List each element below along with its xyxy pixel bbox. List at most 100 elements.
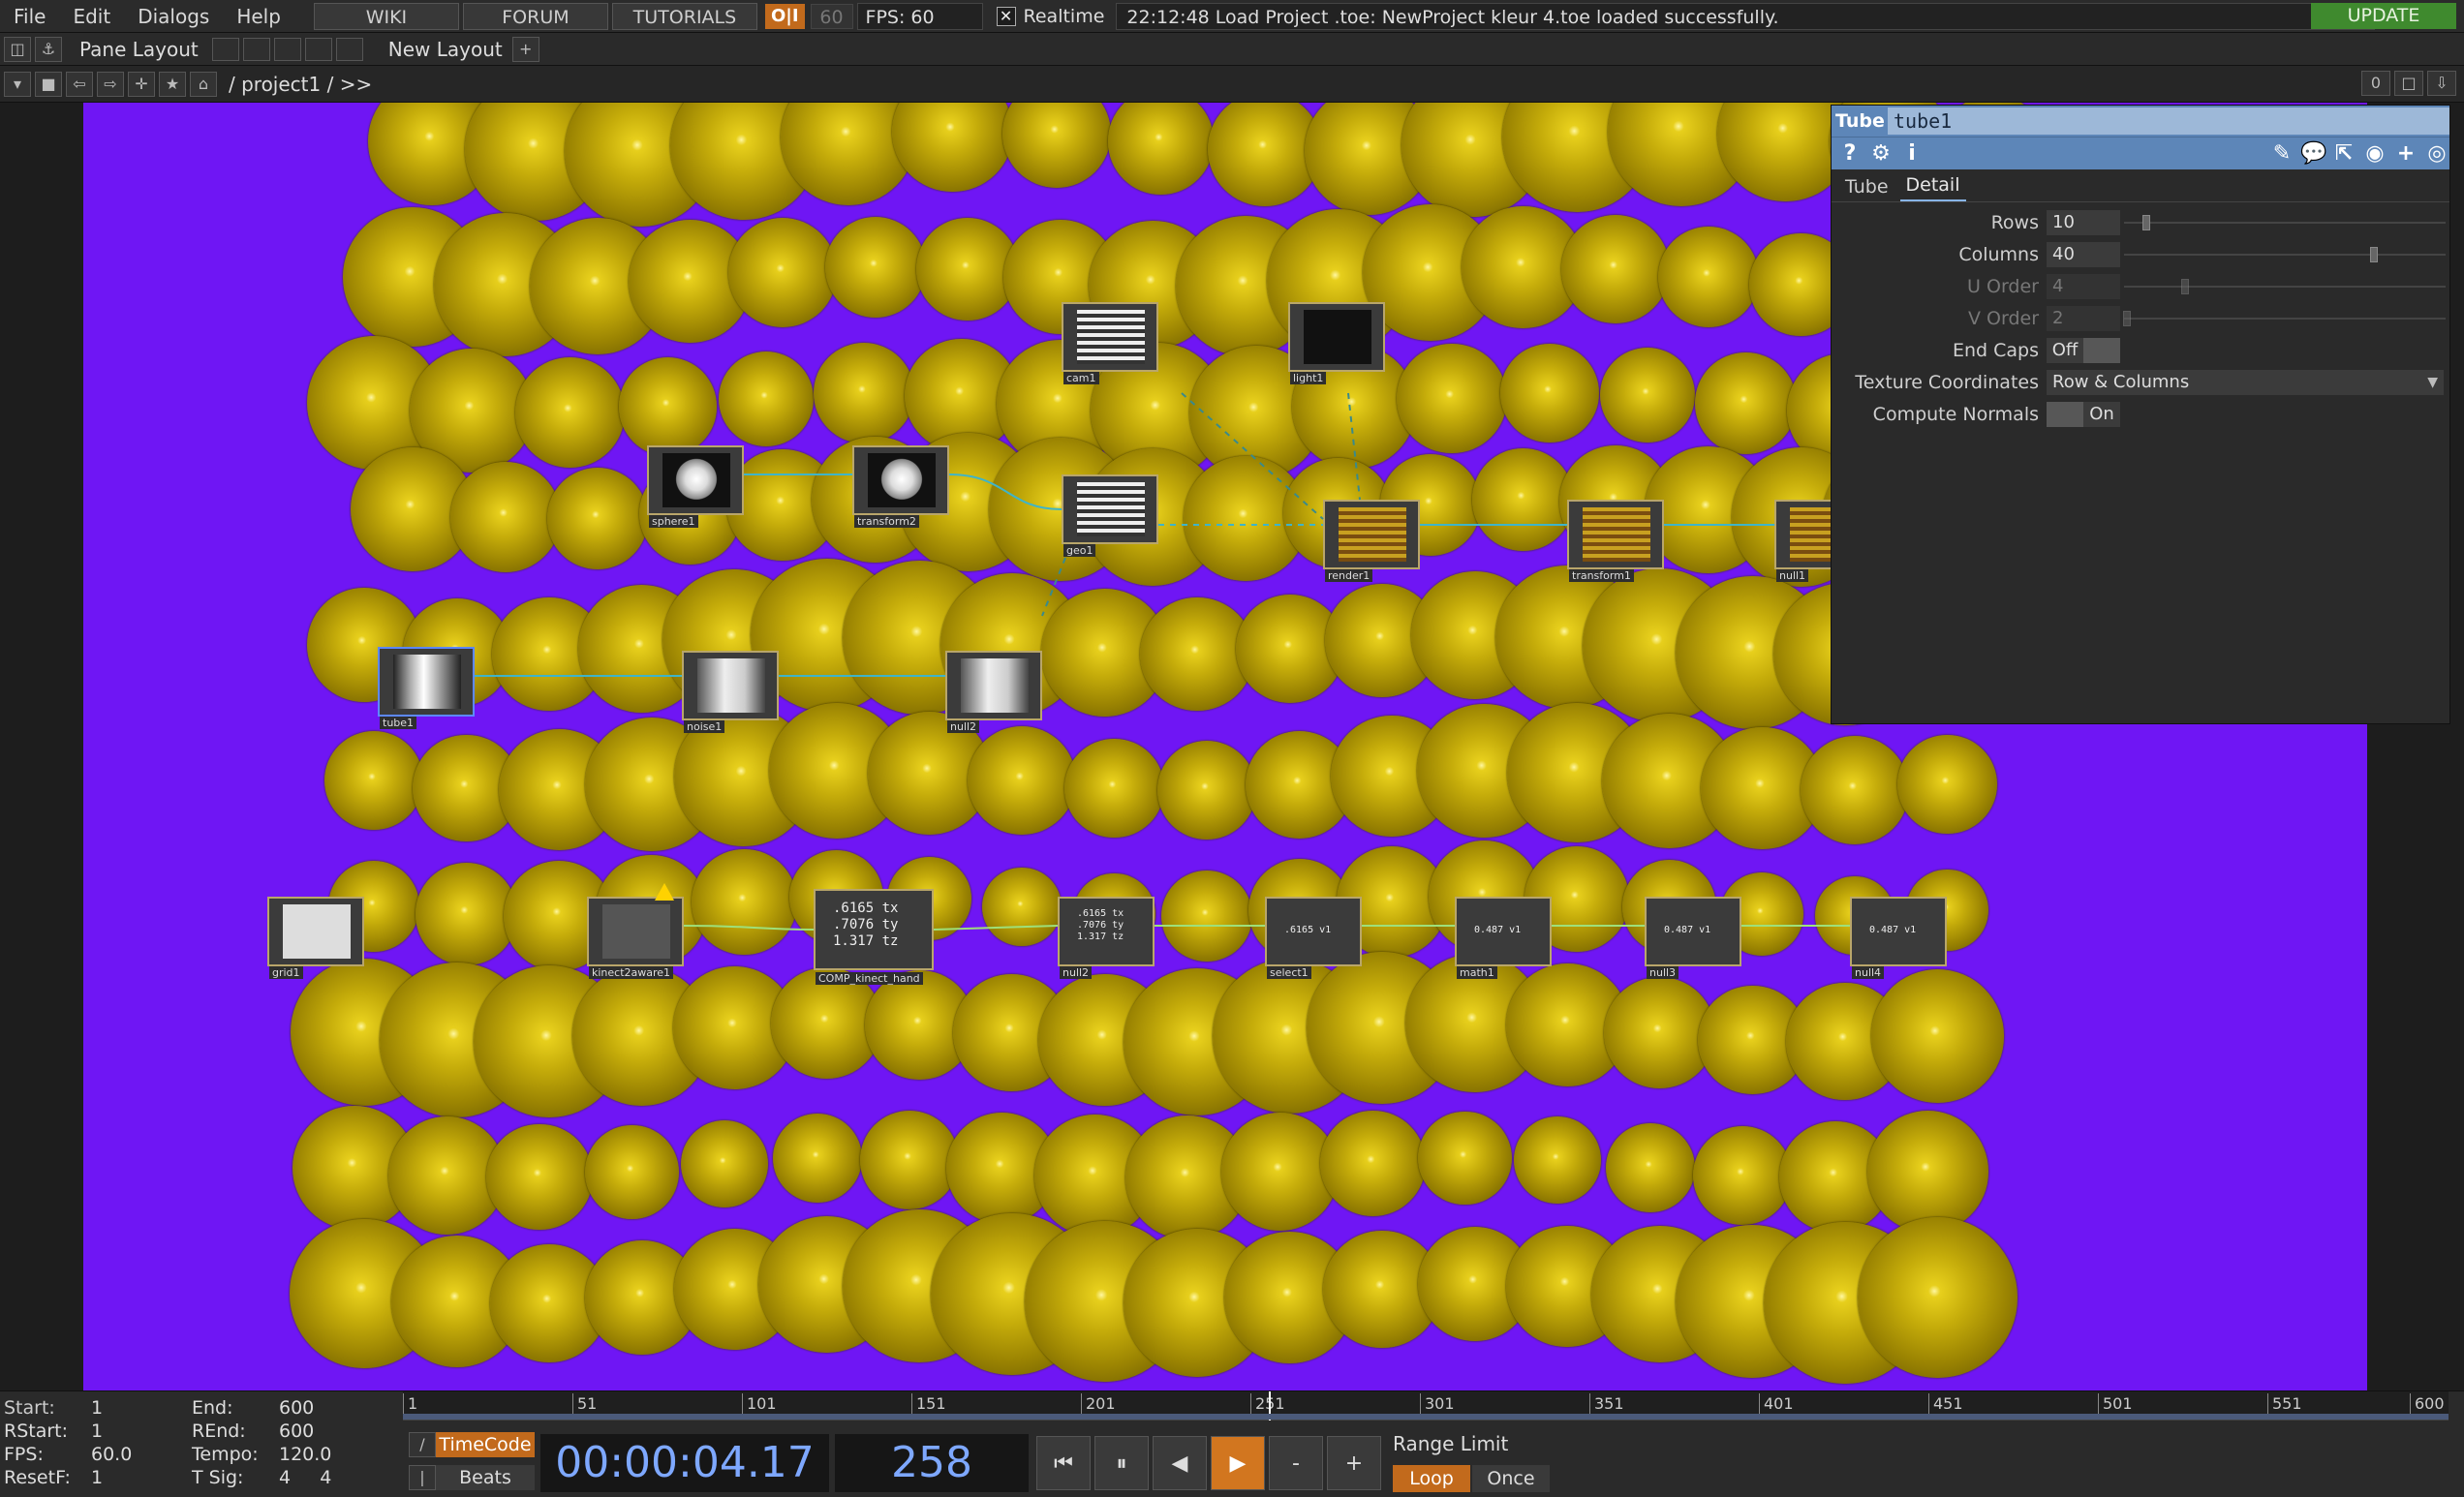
op-null2-chop[interactable]: .6165 tx .7076 ty 1.317 tz null2 [1058,897,1155,979]
network-path[interactable]: / project1 / >> [229,73,372,96]
op-render1[interactable]: render1 [1323,500,1420,582]
rend-value[interactable]: 600 [279,1421,314,1442]
tsig-value[interactable]: 4 4 [279,1467,331,1488]
range-bar[interactable] [403,1414,2449,1420]
fps-value[interactable]: 60.0 [91,1444,132,1465]
menu-help[interactable]: Help [223,0,294,33]
op-thumbnail [961,658,1029,713]
warning-icon[interactable] [655,883,674,901]
end-value[interactable]: 600 [279,1397,314,1419]
comment-icon[interactable]: 💬 [2300,141,2326,167]
info-icon[interactable]: i [1899,141,1925,167]
op-null4[interactable]: 0.487 v1 null4 [1850,897,1947,979]
op-null2[interactable]: null2 [945,651,1042,733]
python-icon[interactable]: ◉ [2362,141,2387,167]
op-noise1[interactable]: noise1 [682,651,779,733]
op-cam1[interactable]: cam1 [1062,302,1158,384]
texcoords-dropdown[interactable]: Row & Columns ▼ [2047,369,2444,395]
layout-single-icon[interactable] [211,37,239,61]
export-icon[interactable]: ⇱ [2331,141,2356,167]
anchor-icon[interactable]: ⚓ [35,36,62,62]
frame-display[interactable]: 258 [835,1434,1029,1492]
op-transform1[interactable]: transform1 [1567,500,1664,582]
add-icon[interactable]: + [2393,141,2418,167]
rows-field[interactable]: 10 [2047,209,2120,235]
op-transform2[interactable]: transform2 [852,445,949,528]
tutorials-button[interactable]: TUTORIALS [611,2,757,30]
forward-icon[interactable]: ⇨ [97,71,124,97]
home-icon[interactable]: ✛ [128,71,155,97]
menu-file[interactable]: File [0,0,59,33]
menu-dialogs[interactable]: Dialogs [124,0,223,33]
tab-tube[interactable]: Tube [1839,176,1894,201]
step-forward-button[interactable]: + [1327,1436,1381,1490]
target-icon[interactable]: ◎ [2424,141,2449,167]
python-help-icon[interactable]: ⚙ [1868,141,1894,167]
uorder-field[interactable]: 4 [2047,273,2120,299]
op-name-field[interactable]: tube1 [1888,107,2449,135]
rewind-icon[interactable]: ⏮ [1036,1436,1091,1490]
maximize-icon[interactable]: □ [2394,71,2423,96]
realtime-checkbox[interactable]: ✕ [996,6,1016,26]
bookmark-icon[interactable]: ★ [159,71,186,97]
normals-toggle[interactable]: On [2047,401,2120,427]
sphere-instance [1160,870,1252,962]
wiki-button[interactable]: WIKI [313,2,459,30]
param-normals: Compute Normals On [1832,398,2449,430]
endcaps-toggle[interactable]: Off [2047,337,2120,363]
loop-button[interactable]: Loop [1393,1465,1470,1492]
uorder-slider[interactable] [2120,274,2446,299]
pause-icon[interactable]: ⏸ [1094,1436,1149,1490]
layout-three-icon[interactable] [304,37,332,61]
op-select1[interactable]: .6165 v1 select1 [1265,897,1362,979]
op-label: light1 [1290,372,1327,384]
back-icon[interactable]: ⇦ [66,71,93,97]
edit-icon[interactable]: ✎ [2269,141,2295,167]
op-null3[interactable]: 0.487 v1 null3 [1645,897,1741,979]
play-reverse-icon[interactable]: ◀ [1153,1436,1207,1490]
tab-detail[interactable]: Detail [1899,174,1966,201]
op-math1[interactable]: 0.487 v1 math1 [1455,897,1552,979]
timecode-mode-icon[interactable]: / [409,1432,436,1457]
beats-mode-icon[interactable]: | [409,1465,436,1490]
perform-mode-button[interactable]: O|I [764,3,805,29]
parent-icon[interactable]: ⌂ [190,71,217,97]
timecode-button[interactable]: TimeCode [436,1432,535,1457]
start-value[interactable]: 1 [91,1397,103,1419]
resetf-value[interactable]: 1 [91,1467,103,1488]
pane-menu-icon[interactable]: ▾ [4,71,31,97]
timecode-display[interactable]: 00:00:04.17 [540,1434,829,1492]
columns-field[interactable]: 40 [2047,241,2120,267]
op-geo1[interactable]: geo1 [1062,474,1158,557]
op-grid1[interactable]: grid1 [267,897,364,979]
op-kinect2aware1[interactable]: kinect2aware1 [587,883,684,979]
op-light1[interactable]: light1 [1288,302,1385,384]
op-sphere1[interactable]: sphere1 [647,445,744,528]
play-forward-icon[interactable]: ▶ [1211,1436,1265,1490]
split-pane-icon[interactable]: ◫ [4,36,31,62]
op-label: geo1 [1063,544,1096,557]
step-back-button[interactable]: - [1269,1436,1323,1490]
stop-icon[interactable]: ■ [35,71,62,97]
op-label: COMP_kinect_hand [816,972,923,985]
op-comp-kinect-hand[interactable]: .6165 tx .7076 ty 1.317 tz COMP_kinect_h… [814,889,934,985]
menu-edit[interactable]: Edit [59,0,124,33]
tempo-value[interactable]: 120.0 [279,1444,331,1465]
once-button[interactable]: Once [1472,1465,1550,1492]
help-icon[interactable]: ? [1837,141,1863,167]
layout-four-icon[interactable] [335,37,363,61]
columns-slider[interactable] [2120,242,2446,267]
layout-split-v-icon[interactable] [273,37,301,61]
rstart-value[interactable]: 1 [91,1421,103,1442]
pin-icon[interactable]: ⇩ [2427,71,2456,96]
update-button[interactable]: UPDATE [2311,3,2456,29]
rows-slider[interactable] [2120,210,2446,235]
layout-split-h-icon[interactable] [242,37,270,61]
vorder-field[interactable]: 2 [2047,305,2120,331]
fps-cap-field[interactable]: 60 [810,3,853,29]
forum-button[interactable]: FORUM [462,2,608,30]
beats-button[interactable]: Beats [436,1465,535,1490]
op-tube1[interactable]: tube1 [378,647,475,729]
add-layout-button[interactable]: + [511,36,539,62]
vorder-slider[interactable] [2120,306,2446,331]
